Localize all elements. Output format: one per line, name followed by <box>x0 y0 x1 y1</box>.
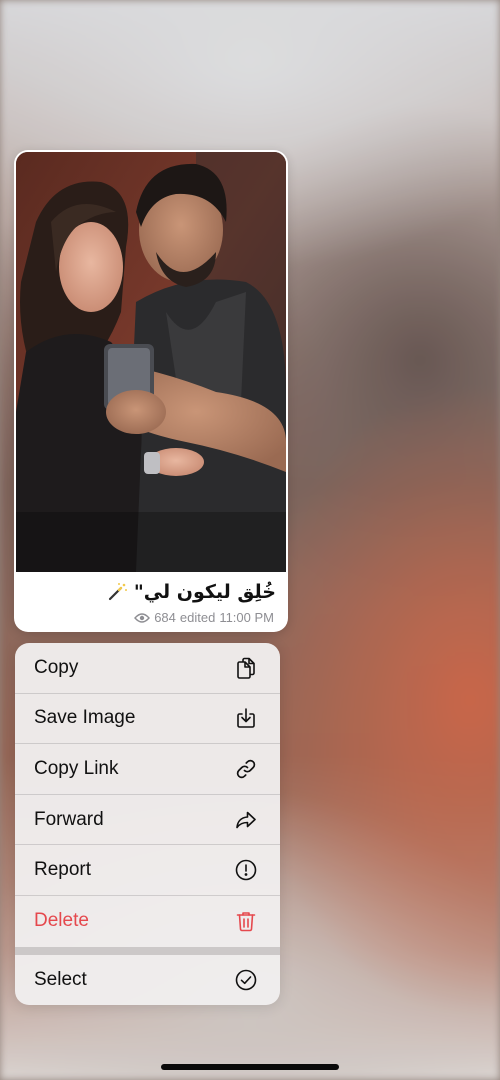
menu-item-label: Select <box>34 968 87 990</box>
menu-item-forward[interactable]: Forward <box>15 795 280 846</box>
edited-label: edited <box>179 610 216 625</box>
menu-item-label: Forward <box>34 808 104 830</box>
menu-item-label: Save Image <box>34 707 136 729</box>
message-meta: 684 edited 11:00 PM <box>134 610 274 625</box>
menu-item-delete[interactable]: Delete <box>15 896 280 947</box>
menu-item-copy-link[interactable]: Copy Link <box>15 744 280 795</box>
magic-wand-icon <box>106 581 128 603</box>
menu-section-divider <box>15 946 280 955</box>
menu-item-label: Delete <box>34 910 89 932</box>
menu-item-copy[interactable]: Copy <box>15 643 280 694</box>
message-photo[interactable] <box>16 152 286 572</box>
message-time: 11:00 PM <box>219 610 274 625</box>
trash-icon <box>234 909 258 933</box>
message-caption: خُلِق ليكون لي" <box>133 581 276 603</box>
views-eye-icon <box>134 612 151 624</box>
view-count: 684 <box>154 610 176 625</box>
message-caption-row: خُلِق ليكون لي" <box>14 578 288 606</box>
menu-item-label: Copy Link <box>34 757 119 779</box>
menu-item-report[interactable]: Report <box>15 845 280 896</box>
message-context-menu: Copy Save Image Copy Link Forward Report… <box>15 643 280 1006</box>
menu-item-save-image[interactable]: Save Image <box>15 694 280 745</box>
menu-item-label: Copy <box>34 656 79 678</box>
report-icon <box>234 858 258 882</box>
select-check-icon <box>234 968 258 992</box>
link-icon <box>234 757 258 781</box>
photo-image <box>16 152 286 572</box>
message-bubble[interactable]: خُلِق ليكون لي" 684 edited 11:00 PM <box>14 150 288 632</box>
home-indicator[interactable] <box>161 1064 339 1070</box>
save-image-icon <box>234 706 258 730</box>
copy-icon <box>234 656 258 680</box>
menu-item-label: Report <box>34 859 92 881</box>
menu-item-select[interactable]: Select <box>15 955 280 1006</box>
forward-icon <box>234 808 258 832</box>
